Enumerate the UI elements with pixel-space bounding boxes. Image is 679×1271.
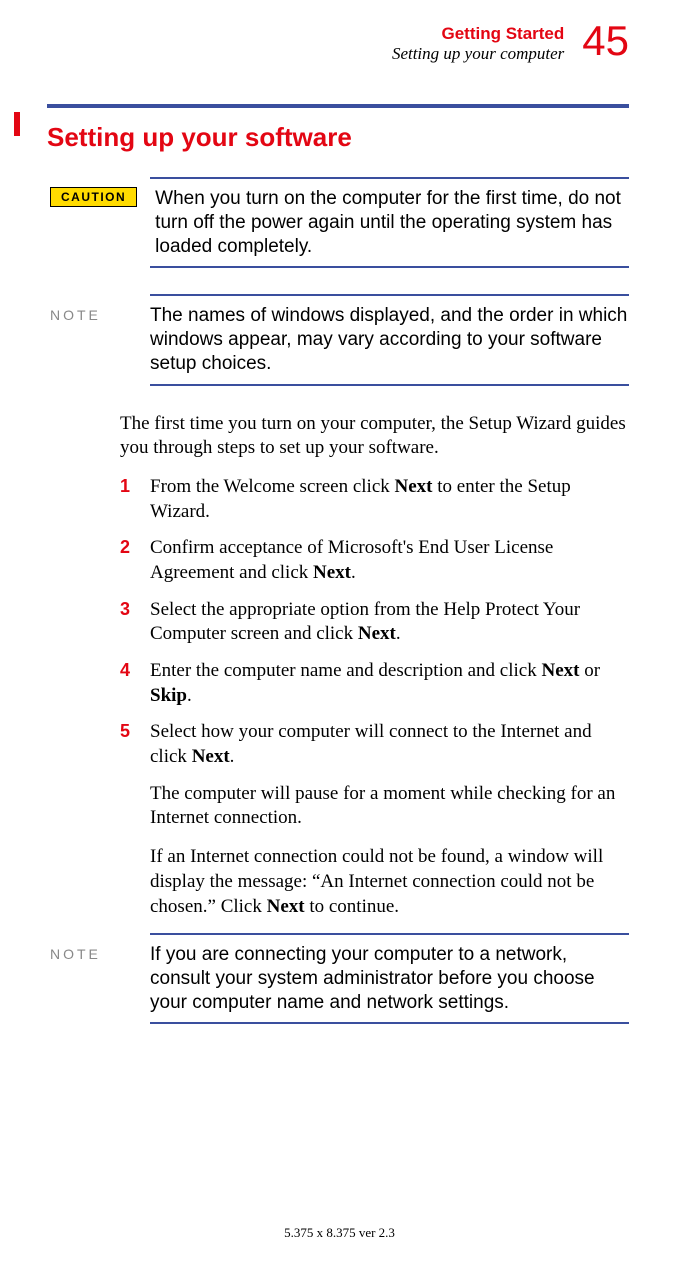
section-heading: Setting up your software (47, 122, 629, 153)
chapter-title: Getting Started (392, 24, 564, 44)
divider (150, 294, 629, 296)
note-callout: NOTE The names of windows displayed, and… (50, 304, 629, 375)
intro-paragraph: The first time you turn on your computer… (120, 412, 629, 461)
note-label: NOTE (50, 304, 120, 323)
page-number: 45 (582, 20, 629, 62)
caution-callout: CAUTION When you turn on the computer fo… (50, 187, 629, 258)
section-marker-icon (14, 112, 20, 136)
step-number: 1 (120, 475, 150, 524)
divider (150, 1022, 629, 1024)
step-number: 2 (120, 536, 150, 585)
step-list: 1 From the Welcome screen click Next to … (120, 475, 629, 770)
list-item: 3 Select the appropriate option from the… (120, 598, 629, 647)
divider (150, 384, 629, 386)
step-number: 3 (120, 598, 150, 647)
sub-paragraph: If an Internet connection could not be f… (150, 845, 629, 919)
divider (150, 266, 629, 268)
note-text: The names of windows displayed, and the … (150, 304, 629, 375)
note-text: If you are connecting your computer to a… (150, 943, 629, 1014)
note-label: NOTE (50, 943, 120, 962)
list-item: 2 Confirm acceptance of Microsoft's End … (120, 536, 629, 585)
page-header: Getting Started Setting up your computer… (20, 20, 629, 64)
sub-paragraph: The computer will pause for a moment whi… (150, 782, 629, 831)
page-footer: 5.375 x 8.375 ver 2.3 (0, 1225, 679, 1241)
caution-badge: CAUTION (50, 187, 137, 207)
caution-text: When you turn on the computer for the fi… (155, 187, 629, 258)
divider (47, 104, 629, 108)
note-callout: NOTE If you are connecting your computer… (50, 943, 629, 1014)
list-item: 4 Enter the computer name and descriptio… (120, 659, 629, 708)
section-subtitle: Setting up your computer (392, 44, 564, 64)
list-item: 5 Select how your computer will connect … (120, 720, 629, 769)
step-number: 4 (120, 659, 150, 708)
divider (150, 177, 629, 179)
step-number: 5 (120, 720, 150, 769)
divider (150, 933, 629, 935)
list-item: 1 From the Welcome screen click Next to … (120, 475, 629, 524)
